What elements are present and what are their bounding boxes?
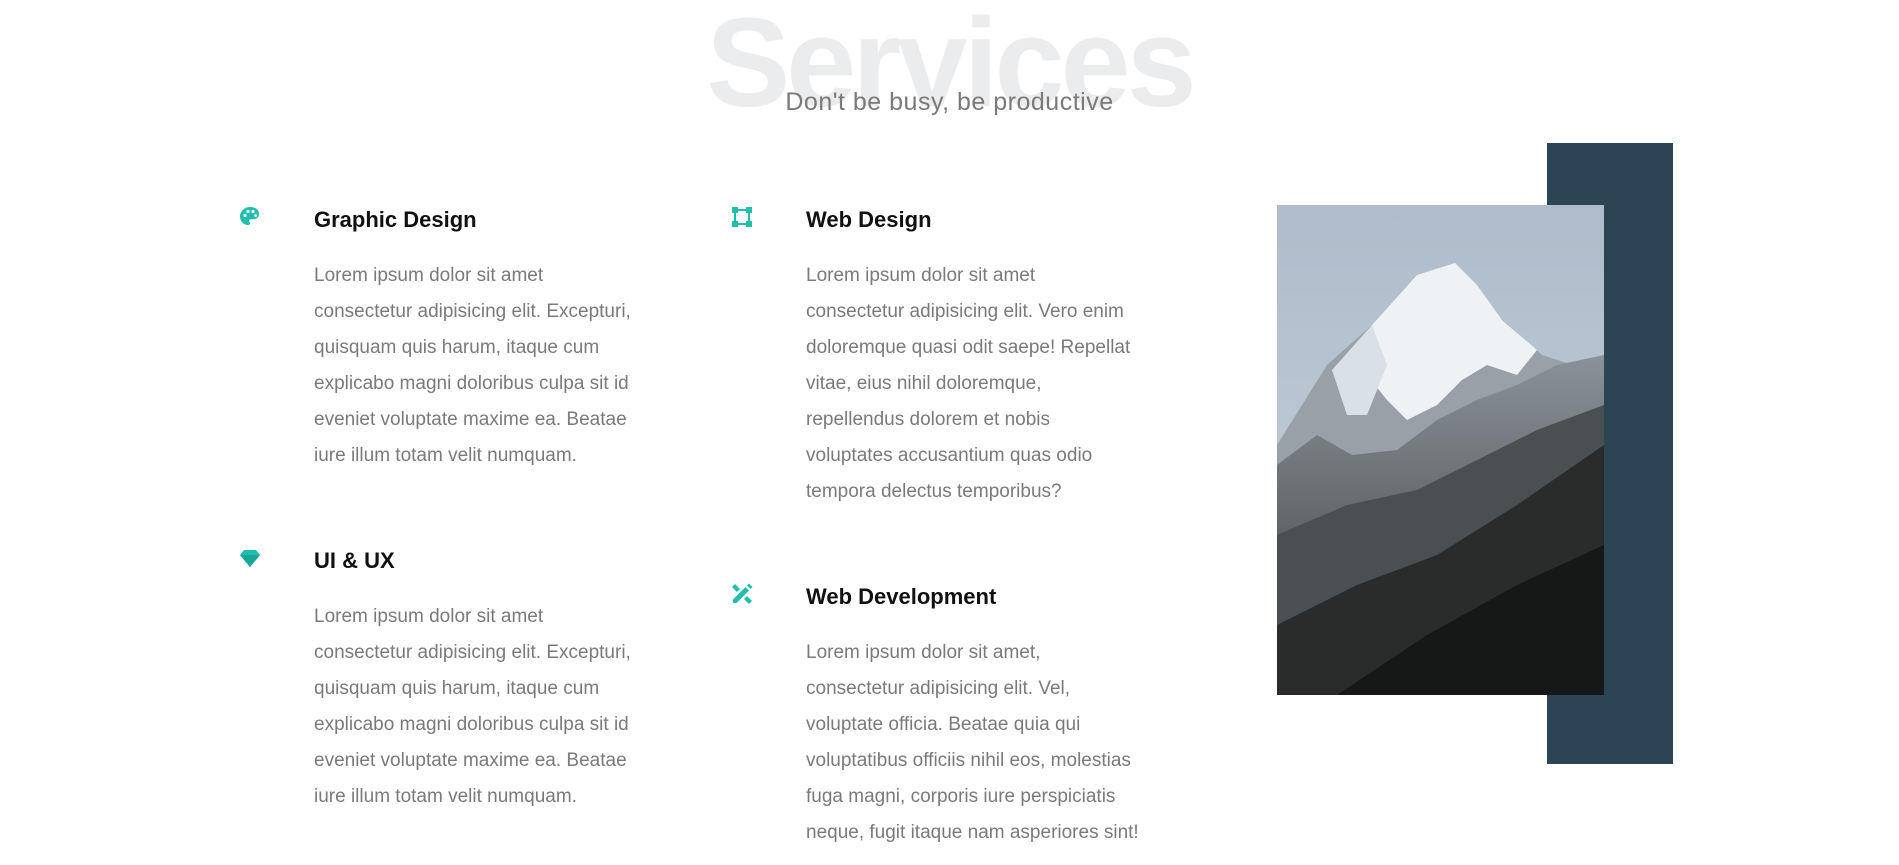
service-web-development: Web Development Lorem ipsum dolor sit am…: [730, 582, 1200, 865]
service-description: Lorem ipsum dolor sit amet, consectetur …: [806, 642, 1139, 843]
mountain-image: [1277, 205, 1604, 695]
service-description: Lorem ipsum dolor sit amet consectetur a…: [314, 606, 631, 807]
service-title: UI & UX: [314, 548, 395, 573]
service-description: Lorem ipsum dolor sit amet consectetur a…: [806, 265, 1131, 502]
service-graphic-design: Graphic Design Lorem ipsum dolor sit ame…: [238, 205, 698, 495]
palette-icon: [238, 205, 262, 229]
service-title: Graphic Design: [314, 207, 477, 232]
service-ui-ux: UI & UX Lorem ipsum dolor sit amet conse…: [238, 546, 698, 836]
section-subtitle: Don't be busy, be productive: [785, 88, 1114, 116]
service-description: Lorem ipsum dolor sit amet consectetur a…: [314, 265, 631, 466]
service-title: Web Development: [806, 584, 997, 609]
pencil-ruler-icon: [730, 582, 754, 606]
service-title: Web Design: [806, 207, 932, 232]
vector-square-icon: [730, 205, 754, 229]
gem-icon: [238, 546, 262, 570]
service-web-design: Web Design Lorem ipsum dolor sit amet co…: [730, 205, 1200, 525]
